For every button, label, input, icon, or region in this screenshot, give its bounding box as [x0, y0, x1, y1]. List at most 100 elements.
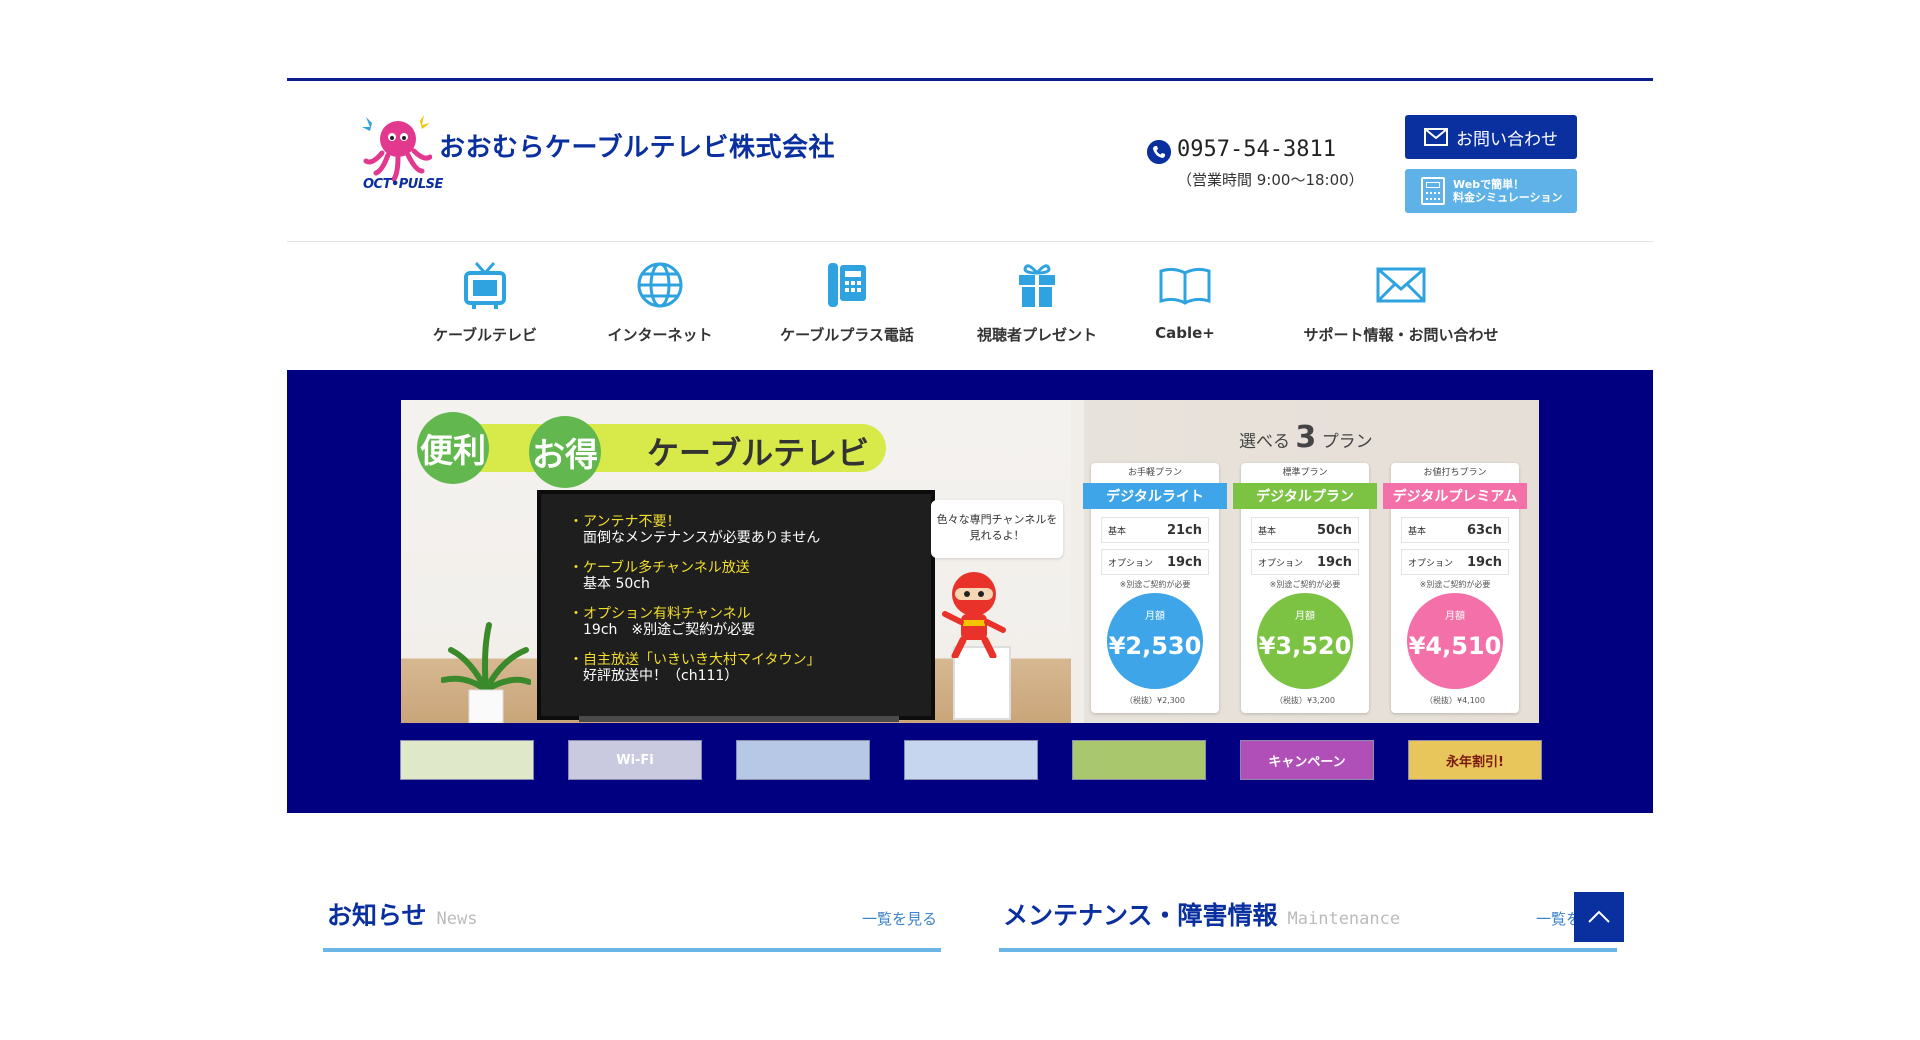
simulation-button[interactable]: Webで簡単！ 料金シミュレーション — [1405, 169, 1577, 213]
plan-name: デジタルプレミアム — [1383, 483, 1527, 509]
plan-basic-row: 基本 63ch — [1401, 517, 1509, 543]
plan-price-circle: 月額 ¥3,520 — [1257, 593, 1353, 689]
nav-label: ケーブルテレビ — [432, 326, 538, 344]
plan-option-row: オプション 19ch — [1251, 549, 1359, 575]
plans-title: 選べる 3 プラン — [1239, 420, 1373, 455]
slide-thumbnail[interactable] — [736, 740, 870, 780]
nav-item-cable-tv[interactable]: ケーブルテレビ — [411, 256, 559, 345]
plan-name: デジタルプラン — [1233, 483, 1377, 509]
business-hours: （営業時間 9:00〜18:00） — [1177, 171, 1364, 189]
option-channels: 19ch — [1316, 554, 1352, 570]
nav-label: 視聴者プレゼント — [976, 326, 1097, 344]
company-name[interactable]: おおむらケーブルテレビ株式会社 — [439, 127, 835, 164]
mail-icon — [1424, 128, 1448, 146]
hero-slide[interactable]: 便利 お得 ケーブルテレビ ・アンテナ不要！ 面倒なメンテナンスが必要ありません… — [401, 400, 1539, 723]
bubble-line2: 見れるよ！ — [969, 529, 1025, 542]
tv-line: 好評放送中！（ch111） — [569, 668, 739, 684]
monthly-label: 月額 — [1145, 611, 1165, 622]
main-nav: ケーブルテレビ インターネット ケーブルプラス電話 視聴者プレゼント Cable… — [287, 242, 1653, 370]
simulation-line2: 料金シミュレーション — [1453, 191, 1563, 204]
tv-line: 面倒なメンテナンスが必要ありません — [569, 530, 821, 546]
plan-tax: （税抜）¥3,200 — [1275, 696, 1335, 705]
ninja-mascot-icon — [942, 572, 1006, 658]
slide-thumbnail[interactable]: キャンペーン — [1240, 740, 1374, 780]
plan-note: ※別途ご契約が必要 — [1419, 580, 1491, 589]
plan-note: ※別途ご契約が必要 — [1269, 580, 1341, 589]
option-label: オプション — [1408, 558, 1454, 569]
contact-button-label: お問い合わせ — [1456, 129, 1558, 150]
basic-channels: 21ch — [1166, 522, 1202, 538]
book-icon — [1159, 267, 1211, 305]
plans-title-num: 3 — [1295, 420, 1317, 455]
plan-sub: お手軽プラン — [1127, 468, 1182, 478]
page: OCT•PULSE おおむらケーブルテレビ株式会社 0957-54-3811 （… — [287, 78, 1653, 973]
plan-price: ¥2,530 — [1108, 632, 1202, 660]
slide-thumbnail[interactable] — [400, 740, 534, 780]
back-to-top-button[interactable] — [1574, 892, 1624, 942]
news-view-all-link[interactable]: 一覧を見る — [862, 908, 937, 929]
news-heading: お知らせ News — [327, 896, 477, 932]
plan-basic-row: 基本 50ch — [1251, 517, 1359, 543]
octopus-logo-icon[interactable] — [362, 113, 432, 183]
logo-text: OCT•PULSE — [363, 177, 443, 192]
calculator-icon — [1421, 177, 1445, 205]
plan-tax: （税抜）¥4,100 — [1425, 696, 1485, 705]
speech-bubble: 色々な専門チャンネルを 見れるよ！ — [931, 500, 1063, 558]
basic-label: 基本 — [1258, 526, 1277, 537]
plan-price: ¥3,520 — [1258, 632, 1352, 660]
tv-screen: ・アンテナ不要！ 面倒なメンテナンスが必要ありません ・ケーブル多チャンネル放送… — [537, 490, 935, 720]
simulation-line1: Webで簡単！ — [1453, 178, 1525, 191]
slide-thumbnail[interactable] — [904, 740, 1038, 780]
slide-thumbnail[interactable] — [1072, 740, 1206, 780]
plan-name: デジタルライト — [1083, 483, 1227, 509]
news-section: お知らせ News 一覧を見る — [323, 888, 941, 952]
basic-channels: 63ch — [1466, 522, 1502, 538]
tv-line: ・ケーブル多チャンネル放送 — [569, 560, 750, 576]
gift-icon — [1019, 264, 1055, 307]
slide-thumbnails: Wi-Fi キャンペーン 永年割引! — [400, 740, 1542, 780]
nav-label: Cable+ — [1155, 324, 1215, 342]
nav-label: サポート情報・お問い合わせ — [1303, 326, 1499, 344]
slide-thumbnail[interactable]: 永年割引! — [1408, 740, 1542, 780]
nav-item-present[interactable]: 視聴者プレゼント — [967, 256, 1107, 345]
phone-number[interactable]: 0957-54-3811 — [1177, 137, 1336, 162]
hero-title: ケーブルテレビ — [647, 434, 870, 472]
plan-sub: 標準プラン — [1282, 468, 1328, 478]
nav-label: インターネット — [607, 326, 713, 344]
tv-line: 19ch ※別途ご契約が必要 — [569, 622, 756, 638]
bubble-line1: 色々な専門チャンネルを — [936, 513, 1058, 526]
option-channels: 19ch — [1466, 554, 1502, 570]
info-sections: お知らせ News 一覧を見る メンテナンス・障害情報 Maintenance 一覧… — [287, 813, 1653, 973]
tv-stand — [579, 716, 899, 722]
option-channels: 19ch — [1166, 554, 1202, 570]
phone-icon — [1147, 140, 1171, 164]
basic-channels: 50ch — [1316, 522, 1352, 538]
basic-label: 基本 — [1108, 526, 1127, 537]
monthly-label: 月額 — [1445, 611, 1465, 622]
tv-line: 基本 50ch — [569, 576, 650, 592]
slide-thumbnail[interactable]: Wi-Fi — [568, 740, 702, 780]
tv-line: ・オプション有料チャンネル — [569, 606, 751, 622]
plan-card-light: お手軽プラン デジタルライト 基本 21ch オプション 19ch ※別途ご契約が必… — [1083, 463, 1227, 713]
maintenance-section: メンテナンス・障害情報 Maintenance 一覧を — [999, 888, 1617, 952]
chevron-up-icon — [1588, 910, 1610, 923]
contact-button[interactable]: お問い合わせ — [1405, 115, 1577, 159]
desk-phone-icon — [828, 263, 866, 307]
nav-item-support[interactable]: サポート情報・お問い合わせ — [1291, 256, 1511, 345]
plant-icon — [441, 622, 531, 723]
plans-title-pre: 選べる — [1239, 432, 1290, 452]
nav-item-cable-plus[interactable]: Cable+ — [1145, 256, 1225, 342]
maintenance-heading: メンテナンス・障害情報 Maintenance — [1003, 896, 1400, 932]
plan-card-premium: お値打ちプラン デジタルプレミアム 基本 63ch オプション 19ch ※別途ご契… — [1383, 463, 1527, 713]
plan-note: ※別途ご契約が必要 — [1119, 580, 1191, 589]
maintenance-title-en: Maintenance — [1287, 909, 1401, 929]
basic-label: 基本 — [1408, 526, 1427, 537]
mail-icon — [1376, 267, 1426, 303]
hero-tag-convenient: 便利 — [417, 412, 489, 484]
plans-title-post: プラン — [1321, 432, 1373, 452]
nav-item-cable-plus-phone[interactable]: ケーブルプラス電話 — [767, 256, 927, 345]
globe-icon — [637, 262, 683, 308]
tv-line: ・アンテナ不要！ — [569, 514, 681, 530]
maintenance-title: メンテナンス・障害情報 — [1003, 901, 1278, 930]
nav-item-internet[interactable]: インターネット — [585, 256, 735, 345]
